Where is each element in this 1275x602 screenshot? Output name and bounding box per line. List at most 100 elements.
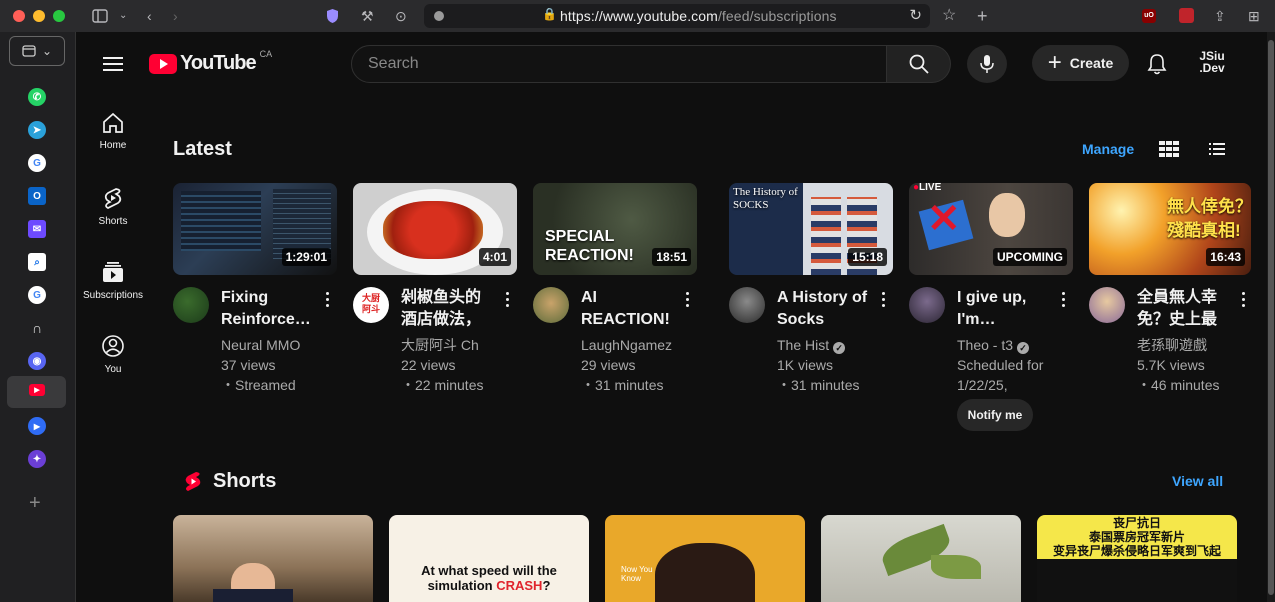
thumbnail-caption: 無人倖免？ 殘酷真相! bbox=[1167, 197, 1251, 240]
youtube-logo[interactable]: YouTube CA bbox=[149, 48, 273, 75]
channel-name[interactable]: Theo - t3 ✓ bbox=[957, 335, 1067, 355]
video-card[interactable]: ●LIVE ✕ UPCOMING I give up, I'm changing… bbox=[909, 183, 1073, 431]
more-options-icon[interactable] bbox=[1239, 291, 1247, 309]
channel-avatar[interactable] bbox=[1089, 287, 1125, 323]
video-thumbnail[interactable]: 無人倖免？ 殘酷真相! 16:43 bbox=[1089, 183, 1251, 275]
region-code: CA bbox=[259, 48, 273, 59]
media-icon[interactable]: ⊙ bbox=[395, 7, 407, 25]
video-card[interactable]: 無人倖免？ 殘酷真相! 16:43 全員無人幸免？史上最 老孫聊遊戲 5.7K … bbox=[1089, 183, 1251, 393]
account-avatar[interactable]: JSiu .Dev bbox=[1190, 50, 1234, 78]
channel-avatar[interactable] bbox=[909, 287, 945, 323]
shorts-logo-icon bbox=[185, 472, 201, 491]
video-card[interactable]: SPECIAL REACTION! 18:51 AI REACTION! Lau… bbox=[533, 183, 697, 393]
zoom-window-button[interactable] bbox=[53, 10, 65, 22]
chevron-down-icon[interactable]: ⌄ bbox=[119, 7, 127, 25]
video-thumbnail[interactable]: 1:29:01 bbox=[173, 183, 337, 275]
site-info-icon[interactable] bbox=[434, 11, 444, 21]
channel-name[interactable]: 老孫聊遊戲 bbox=[1137, 335, 1247, 355]
duration-badge: 15:18 bbox=[848, 248, 887, 266]
extension-icon[interactable] bbox=[1179, 8, 1194, 23]
channel-avatar[interactable] bbox=[173, 287, 209, 323]
notifications-bell-icon[interactable] bbox=[1147, 53, 1167, 75]
more-options-icon[interactable] bbox=[503, 291, 511, 309]
guide-item-shorts[interactable]: Shorts bbox=[77, 186, 149, 227]
outlook-icon[interactable]: O bbox=[28, 187, 46, 205]
bookmark-star-icon[interactable]: ☆ bbox=[942, 7, 956, 25]
youtube-icon[interactable]: ▶ bbox=[29, 384, 45, 396]
forward-icon[interactable]: › bbox=[173, 7, 178, 25]
video-title[interactable]: 全員無人幸免？史上最 bbox=[1137, 287, 1229, 331]
telegram-icon[interactable]: ➤ bbox=[28, 121, 46, 139]
video-title[interactable]: I give up, I'm changing bbox=[957, 287, 1049, 331]
channel-name[interactable]: The Hist ✓ bbox=[777, 335, 887, 355]
channel-name[interactable]: LaughNgamez bbox=[581, 335, 691, 355]
shield-icon[interactable] bbox=[326, 8, 339, 24]
video-thumbnail[interactable]: SPECIAL REACTION! 18:51 bbox=[533, 183, 697, 275]
notify-me-button[interactable]: Notify me bbox=[957, 399, 1033, 431]
channel-avatar[interactable]: 大厨 阿斗 bbox=[353, 287, 389, 323]
google-icon[interactable]: G bbox=[28, 154, 46, 172]
compass-icon[interactable]: ✦ bbox=[28, 450, 46, 468]
view-count: 5.7K views bbox=[1137, 357, 1205, 373]
channel-avatar[interactable] bbox=[533, 287, 569, 323]
channel-avatar[interactable] bbox=[729, 287, 765, 323]
proton-mail-icon[interactable]: ✉ bbox=[28, 220, 46, 238]
thumbnail-art bbox=[213, 589, 293, 602]
hammer-icon[interactable]: ⚒ bbox=[361, 7, 374, 25]
thumbnail-art: ✕ bbox=[927, 197, 961, 241]
guide-item-you[interactable]: You bbox=[77, 334, 149, 375]
create-button[interactable]: + Create bbox=[1032, 45, 1129, 81]
guide-item-subscriptions[interactable]: Subscriptions bbox=[77, 260, 149, 301]
minimize-window-button[interactable] bbox=[33, 10, 45, 22]
sidebar-toggle-icon[interactable] bbox=[92, 9, 108, 23]
more-options-icon[interactable] bbox=[879, 291, 887, 309]
channel-name[interactable]: 大厨阿斗 Ch bbox=[401, 335, 511, 355]
video-title[interactable]: 剁椒鱼头的酒店做法， bbox=[401, 287, 493, 331]
share-icon[interactable]: ⇪ bbox=[1214, 7, 1226, 25]
discord-icon[interactable]: ◉ bbox=[28, 352, 46, 370]
scrollbar-thumb[interactable] bbox=[1268, 40, 1274, 595]
headphones-icon[interactable]: ∩ bbox=[28, 319, 46, 337]
video-title[interactable]: Fixing Reinforcement Learning bbox=[221, 287, 313, 331]
play-icon[interactable]: ▶ bbox=[28, 417, 46, 435]
video-thumbnail[interactable]: 4:01 bbox=[353, 183, 517, 275]
video-card[interactable]: 1:29:01 Fixing Reinforcement Learning Ne… bbox=[173, 183, 337, 393]
add-app-icon[interactable]: + bbox=[29, 492, 41, 515]
search-icon[interactable]: ⌕ bbox=[28, 253, 46, 271]
grid-view-icon[interactable] bbox=[1159, 141, 1179, 157]
video-title[interactable]: AI REACTION! bbox=[581, 287, 673, 331]
back-icon[interactable]: ‹ bbox=[147, 7, 152, 25]
google-icon[interactable]: G bbox=[28, 286, 46, 304]
address-bar[interactable]: 🔒 https://www.youtube.com/feed/subscript… bbox=[424, 4, 930, 28]
tab-switcher-button[interactable]: ⌄ bbox=[9, 36, 65, 66]
video-card[interactable]: The History of SOCKS 15:18 A History of … bbox=[729, 183, 893, 393]
more-options-icon[interactable] bbox=[323, 291, 331, 309]
search-input[interactable]: Search bbox=[351, 45, 887, 83]
short-card[interactable]: Now You Know bbox=[605, 515, 805, 602]
manage-link[interactable]: Manage bbox=[1082, 141, 1134, 157]
video-thumbnail[interactable]: ●LIVE ✕ UPCOMING bbox=[909, 183, 1073, 275]
channel-name[interactable]: Neural MMO bbox=[221, 335, 331, 355]
short-card[interactable] bbox=[173, 515, 373, 602]
list-view-icon[interactable] bbox=[1209, 143, 1225, 155]
whatsapp-icon[interactable]: ✆ bbox=[28, 88, 46, 106]
short-caption: Now You Know bbox=[621, 565, 653, 583]
reload-icon[interactable]: ↻ bbox=[909, 6, 922, 24]
short-card[interactable]: At what speed will the simulation CRASH? bbox=[389, 515, 589, 602]
video-thumbnail[interactable]: The History of SOCKS 15:18 bbox=[729, 183, 893, 275]
more-options-icon[interactable] bbox=[1059, 291, 1067, 309]
new-tab-icon[interactable]: + bbox=[977, 7, 988, 25]
voice-search-button[interactable] bbox=[967, 45, 1007, 83]
more-options-icon[interactable] bbox=[683, 291, 691, 309]
close-window-button[interactable] bbox=[13, 10, 25, 22]
short-card[interactable] bbox=[821, 515, 1021, 602]
search-button[interactable] bbox=[887, 45, 951, 83]
guide-item-home[interactable]: Home bbox=[77, 112, 149, 151]
channel-name-text: Theo - t3 bbox=[957, 337, 1014, 353]
tab-overview-icon[interactable]: ⊞ bbox=[1248, 7, 1260, 25]
ublock-icon[interactable]: uO bbox=[1142, 9, 1156, 23]
video-title[interactable]: A History of Socks bbox=[777, 287, 871, 331]
short-card[interactable]: 丧尸抗日 泰国票房冠军新片 变异丧尸爆杀侵略日军爽到飞起 bbox=[1037, 515, 1237, 602]
view-all-link[interactable]: View all bbox=[1172, 473, 1223, 489]
video-card[interactable]: 4:01 大厨 阿斗 剁椒鱼头的酒店做法， 大厨阿斗 Ch 22 views ・… bbox=[353, 183, 517, 393]
